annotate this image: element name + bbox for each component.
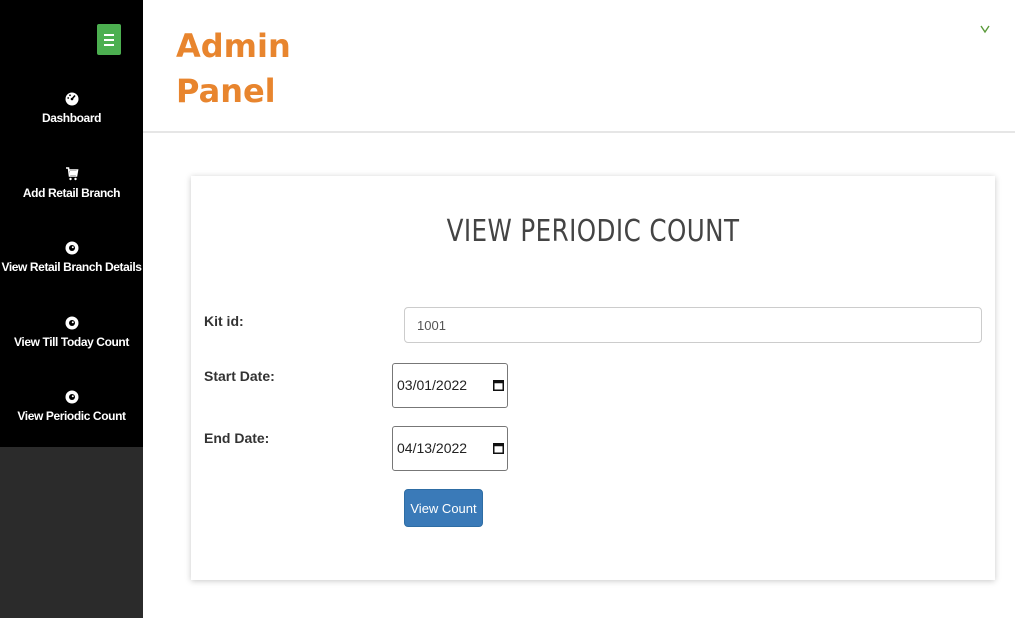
kit-id-label: Kit id:: [204, 313, 244, 329]
dashboard-icon: [0, 92, 143, 108]
eye-icon: [0, 241, 143, 257]
start-date-label: Start Date:: [204, 368, 275, 384]
menu-toggle-button[interactable]: [97, 24, 121, 55]
end-date-value: 04/13/2022: [397, 440, 468, 456]
end-date-input[interactable]: 04/13/2022: [392, 426, 508, 471]
page-title: Admin Panel: [176, 27, 291, 110]
sidebar-item-label: View Till Today Count: [14, 335, 129, 349]
start-date-input[interactable]: 03/01/2022: [392, 363, 508, 408]
eye-icon: [0, 316, 143, 332]
sidebar-item-label: Dashboard: [41, 111, 102, 125]
periodic-count-card: VIEW PERIODIC COUNT Kit id: Start Date: …: [191, 176, 995, 580]
form-title: VIEW PERIODIC COUNT: [446, 214, 740, 249]
sidebar-item-label: View Retail Branch Details: [1, 260, 142, 274]
sidebar-menu: Dashboard Add Retail Branch View Retail …: [0, 0, 143, 447]
view-count-button[interactable]: View Count: [404, 489, 483, 527]
chevron-down-icon[interactable]: [978, 22, 992, 36]
start-date-value: 03/01/2022: [397, 377, 468, 393]
sidebar-item-label: Add Retail Branch: [22, 186, 121, 200]
header-divider: [143, 131, 1015, 133]
sidebar-item-label: View Periodic Count: [17, 409, 126, 423]
sidebar-item-view-periodic-count[interactable]: View Periodic Count: [0, 390, 143, 424]
eye-icon: [0, 390, 143, 406]
sidebar-item-view-retail-branch-details[interactable]: View Retail Branch Details: [0, 241, 143, 275]
sidebar: Dashboard Add Retail Branch View Retail …: [0, 0, 143, 618]
sidebar-item-add-retail-branch[interactable]: Add Retail Branch: [0, 167, 143, 201]
kit-id-input[interactable]: [404, 307, 982, 343]
end-date-label: End Date:: [204, 430, 270, 446]
sidebar-item-dashboard[interactable]: Dashboard: [0, 92, 143, 126]
calendar-icon[interactable]: [493, 442, 504, 454]
hamburger-icon: [104, 33, 114, 36]
sidebar-item-view-till-today-count[interactable]: View Till Today Count: [0, 316, 143, 350]
calendar-icon[interactable]: [493, 379, 504, 391]
cart-icon: [0, 167, 143, 183]
